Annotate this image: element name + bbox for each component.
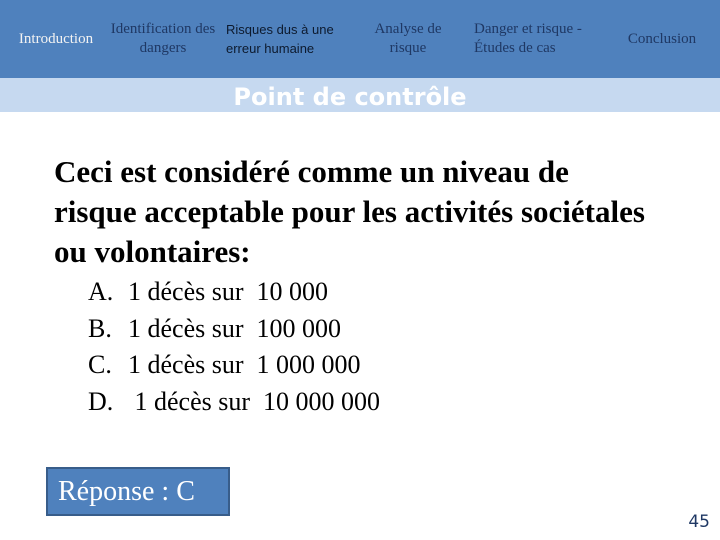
option-letter: D. (88, 386, 114, 416)
option-text: 1 décès sur 10 000 000 (128, 386, 381, 416)
option-b: B. 1 décès sur 100 000 (88, 311, 380, 348)
option-letter: A. (88, 277, 114, 306)
section-title: Point de contrôle (233, 83, 467, 111)
options-list: A. 1 décès sur 10 000 B. 1 décès sur 100 0… (88, 274, 380, 420)
option-letter: B. (88, 313, 112, 343)
option-text: 1 décès sur 100 000 (128, 313, 342, 343)
nav-case-studies[interactable]: Danger et risque - Études de cas (474, 0, 600, 78)
top-navigation: Introduction Identification des dangers … (0, 0, 720, 78)
option-text: 1 décès sur 10 000 (128, 277, 329, 306)
option-letter: C. (88, 350, 112, 379)
option-d: D. 1 décès sur 10 000 000 (88, 384, 380, 421)
nav-introduction[interactable]: Introduction (0, 0, 112, 78)
nav-human-error-risks[interactable]: Risques dus à une erreur humaine (226, 0, 350, 78)
option-text: 1 décès sur 1 000 000 (128, 350, 361, 379)
option-c: C. 1 décès sur 1 000 000 (88, 347, 380, 384)
page-number: 45 (688, 512, 710, 532)
nav-conclusion[interactable]: Conclusion (612, 0, 712, 78)
answer-box: Réponse : C (46, 467, 230, 516)
option-a: A. 1 décès sur 10 000 (88, 274, 380, 311)
nav-identification-dangers[interactable]: Identification des dangers (108, 0, 218, 78)
question-text: Ceci est considéré comme un niveau de ri… (54, 154, 645, 269)
nav-risk-analysis[interactable]: Analyse de risque (362, 0, 454, 78)
